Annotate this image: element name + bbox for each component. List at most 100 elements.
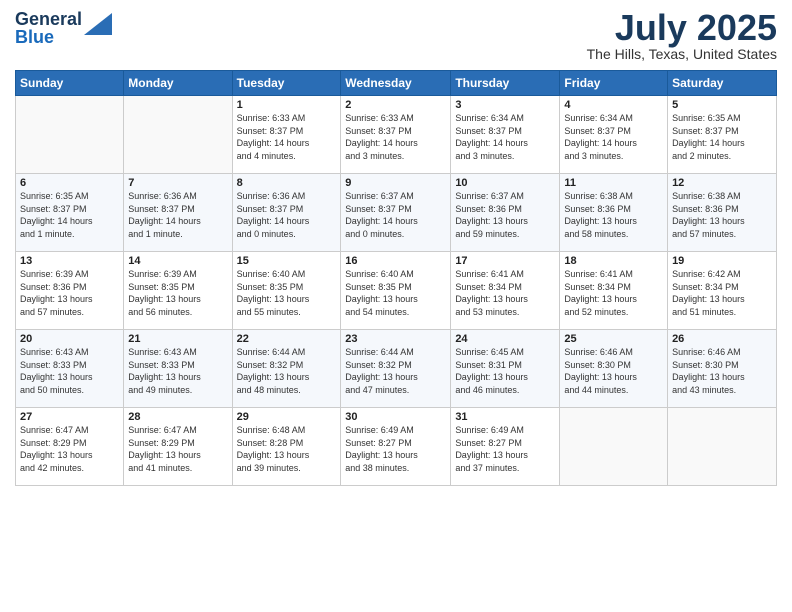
day-cell-2-5: 18Sunrise: 6:41 AM Sunset: 8:34 PM Dayli…	[560, 252, 668, 330]
day-info: Sunrise: 6:35 AM Sunset: 8:37 PM Dayligh…	[672, 112, 772, 162]
day-cell-2-2: 15Sunrise: 6:40 AM Sunset: 8:35 PM Dayli…	[232, 252, 341, 330]
day-number: 4	[564, 99, 663, 111]
logo-blue: Blue	[15, 27, 54, 47]
day-cell-4-6	[668, 408, 777, 486]
day-cell-1-3: 9Sunrise: 6:37 AM Sunset: 8:37 PM Daylig…	[341, 174, 451, 252]
day-cell-0-5: 4Sunrise: 6:34 AM Sunset: 8:37 PM Daylig…	[560, 96, 668, 174]
day-cell-3-5: 25Sunrise: 6:46 AM Sunset: 8:30 PM Dayli…	[560, 330, 668, 408]
week-row-3: 13Sunrise: 6:39 AM Sunset: 8:36 PM Dayli…	[16, 252, 777, 330]
header: General Blue July 2025 The Hills, Texas,…	[15, 10, 777, 62]
day-info: Sunrise: 6:38 AM Sunset: 8:36 PM Dayligh…	[564, 190, 663, 240]
day-cell-1-4: 10Sunrise: 6:37 AM Sunset: 8:36 PM Dayli…	[451, 174, 560, 252]
month-title: July 2025	[587, 10, 777, 46]
col-tuesday: Tuesday	[232, 71, 341, 96]
day-cell-1-5: 11Sunrise: 6:38 AM Sunset: 8:36 PM Dayli…	[560, 174, 668, 252]
day-number: 2	[345, 99, 446, 111]
day-cell-0-4: 3Sunrise: 6:34 AM Sunset: 8:37 PM Daylig…	[451, 96, 560, 174]
day-number: 23	[345, 333, 446, 345]
day-number: 7	[128, 177, 227, 189]
logo: General Blue	[15, 10, 112, 46]
day-number: 20	[20, 333, 119, 345]
day-info: Sunrise: 6:46 AM Sunset: 8:30 PM Dayligh…	[564, 346, 663, 396]
day-info: Sunrise: 6:40 AM Sunset: 8:35 PM Dayligh…	[237, 268, 337, 318]
day-info: Sunrise: 6:40 AM Sunset: 8:35 PM Dayligh…	[345, 268, 446, 318]
day-cell-3-1: 21Sunrise: 6:43 AM Sunset: 8:33 PM Dayli…	[124, 330, 232, 408]
day-number: 24	[455, 333, 555, 345]
day-cell-3-0: 20Sunrise: 6:43 AM Sunset: 8:33 PM Dayli…	[16, 330, 124, 408]
day-number: 1	[237, 99, 337, 111]
day-cell-3-6: 26Sunrise: 6:46 AM Sunset: 8:30 PM Dayli…	[668, 330, 777, 408]
day-cell-2-0: 13Sunrise: 6:39 AM Sunset: 8:36 PM Dayli…	[16, 252, 124, 330]
day-number: 17	[455, 255, 555, 267]
day-info: Sunrise: 6:47 AM Sunset: 8:29 PM Dayligh…	[20, 424, 119, 474]
col-sunday: Sunday	[16, 71, 124, 96]
day-cell-2-4: 17Sunrise: 6:41 AM Sunset: 8:34 PM Dayli…	[451, 252, 560, 330]
day-cell-3-3: 23Sunrise: 6:44 AM Sunset: 8:32 PM Dayli…	[341, 330, 451, 408]
day-number: 10	[455, 177, 555, 189]
logo-general: General	[15, 9, 82, 29]
day-info: Sunrise: 6:34 AM Sunset: 8:37 PM Dayligh…	[455, 112, 555, 162]
day-info: Sunrise: 6:44 AM Sunset: 8:32 PM Dayligh…	[237, 346, 337, 396]
day-info: Sunrise: 6:49 AM Sunset: 8:27 PM Dayligh…	[345, 424, 446, 474]
week-row-4: 20Sunrise: 6:43 AM Sunset: 8:33 PM Dayli…	[16, 330, 777, 408]
day-number: 22	[237, 333, 337, 345]
day-cell-1-6: 12Sunrise: 6:38 AM Sunset: 8:36 PM Dayli…	[668, 174, 777, 252]
calendar-table: Sunday Monday Tuesday Wednesday Thursday…	[15, 70, 777, 486]
day-number: 18	[564, 255, 663, 267]
day-cell-2-6: 19Sunrise: 6:42 AM Sunset: 8:34 PM Dayli…	[668, 252, 777, 330]
location: The Hills, Texas, United States	[587, 46, 777, 62]
day-cell-3-4: 24Sunrise: 6:45 AM Sunset: 8:31 PM Dayli…	[451, 330, 560, 408]
day-cell-2-1: 14Sunrise: 6:39 AM Sunset: 8:35 PM Dayli…	[124, 252, 232, 330]
day-cell-1-0: 6Sunrise: 6:35 AM Sunset: 8:37 PM Daylig…	[16, 174, 124, 252]
day-info: Sunrise: 6:43 AM Sunset: 8:33 PM Dayligh…	[20, 346, 119, 396]
day-info: Sunrise: 6:44 AM Sunset: 8:32 PM Dayligh…	[345, 346, 446, 396]
day-number: 13	[20, 255, 119, 267]
week-row-2: 6Sunrise: 6:35 AM Sunset: 8:37 PM Daylig…	[16, 174, 777, 252]
day-number: 19	[672, 255, 772, 267]
day-number: 9	[345, 177, 446, 189]
day-number: 21	[128, 333, 227, 345]
day-cell-1-2: 8Sunrise: 6:36 AM Sunset: 8:37 PM Daylig…	[232, 174, 341, 252]
day-cell-4-0: 27Sunrise: 6:47 AM Sunset: 8:29 PM Dayli…	[16, 408, 124, 486]
col-friday: Friday	[560, 71, 668, 96]
day-number: 28	[128, 411, 227, 423]
day-cell-1-1: 7Sunrise: 6:36 AM Sunset: 8:37 PM Daylig…	[124, 174, 232, 252]
day-number: 26	[672, 333, 772, 345]
day-cell-4-1: 28Sunrise: 6:47 AM Sunset: 8:29 PM Dayli…	[124, 408, 232, 486]
day-info: Sunrise: 6:36 AM Sunset: 8:37 PM Dayligh…	[237, 190, 337, 240]
weekday-header-row: Sunday Monday Tuesday Wednesday Thursday…	[16, 71, 777, 96]
day-number: 11	[564, 177, 663, 189]
col-saturday: Saturday	[668, 71, 777, 96]
day-info: Sunrise: 6:37 AM Sunset: 8:37 PM Dayligh…	[345, 190, 446, 240]
day-info: Sunrise: 6:37 AM Sunset: 8:36 PM Dayligh…	[455, 190, 555, 240]
day-number: 14	[128, 255, 227, 267]
day-cell-0-3: 2Sunrise: 6:33 AM Sunset: 8:37 PM Daylig…	[341, 96, 451, 174]
day-info: Sunrise: 6:49 AM Sunset: 8:27 PM Dayligh…	[455, 424, 555, 474]
col-monday: Monday	[124, 71, 232, 96]
day-number: 16	[345, 255, 446, 267]
day-info: Sunrise: 6:41 AM Sunset: 8:34 PM Dayligh…	[455, 268, 555, 318]
day-info: Sunrise: 6:42 AM Sunset: 8:34 PM Dayligh…	[672, 268, 772, 318]
week-row-1: 1 Sunrise: 6:33 AM Sunset: 8:37 PM Daylig…	[16, 96, 777, 174]
day-info: Sunrise: 6:36 AM Sunset: 8:37 PM Dayligh…	[128, 190, 227, 240]
week-row-5: 27Sunrise: 6:47 AM Sunset: 8:29 PM Dayli…	[16, 408, 777, 486]
page-container: General Blue July 2025 The Hills, Texas,…	[0, 0, 792, 496]
day-cell-0-6: 5Sunrise: 6:35 AM Sunset: 8:37 PM Daylig…	[668, 96, 777, 174]
day-number: 31	[455, 411, 555, 423]
day-cell-3-2: 22Sunrise: 6:44 AM Sunset: 8:32 PM Dayli…	[232, 330, 341, 408]
day-number: 6	[20, 177, 119, 189]
day-info: Sunrise: 6:33 AM Sunset: 8:37 PM Dayligh…	[345, 112, 446, 162]
day-number: 3	[455, 99, 555, 111]
day-info: Sunrise: 6:39 AM Sunset: 8:35 PM Dayligh…	[128, 268, 227, 318]
day-cell-4-5	[560, 408, 668, 486]
day-info: Sunrise: 6:47 AM Sunset: 8:29 PM Dayligh…	[128, 424, 227, 474]
day-number: 8	[237, 177, 337, 189]
day-cell-0-1	[124, 96, 232, 174]
day-info: Sunrise: 6:43 AM Sunset: 8:33 PM Dayligh…	[128, 346, 227, 396]
col-wednesday: Wednesday	[341, 71, 451, 96]
day-info: Sunrise: 6:48 AM Sunset: 8:28 PM Dayligh…	[237, 424, 337, 474]
day-cell-4-4: 31Sunrise: 6:49 AM Sunset: 8:27 PM Dayli…	[451, 408, 560, 486]
day-info: Sunrise: 6:46 AM Sunset: 8:30 PM Dayligh…	[672, 346, 772, 396]
day-number: 15	[237, 255, 337, 267]
day-cell-0-0	[16, 96, 124, 174]
